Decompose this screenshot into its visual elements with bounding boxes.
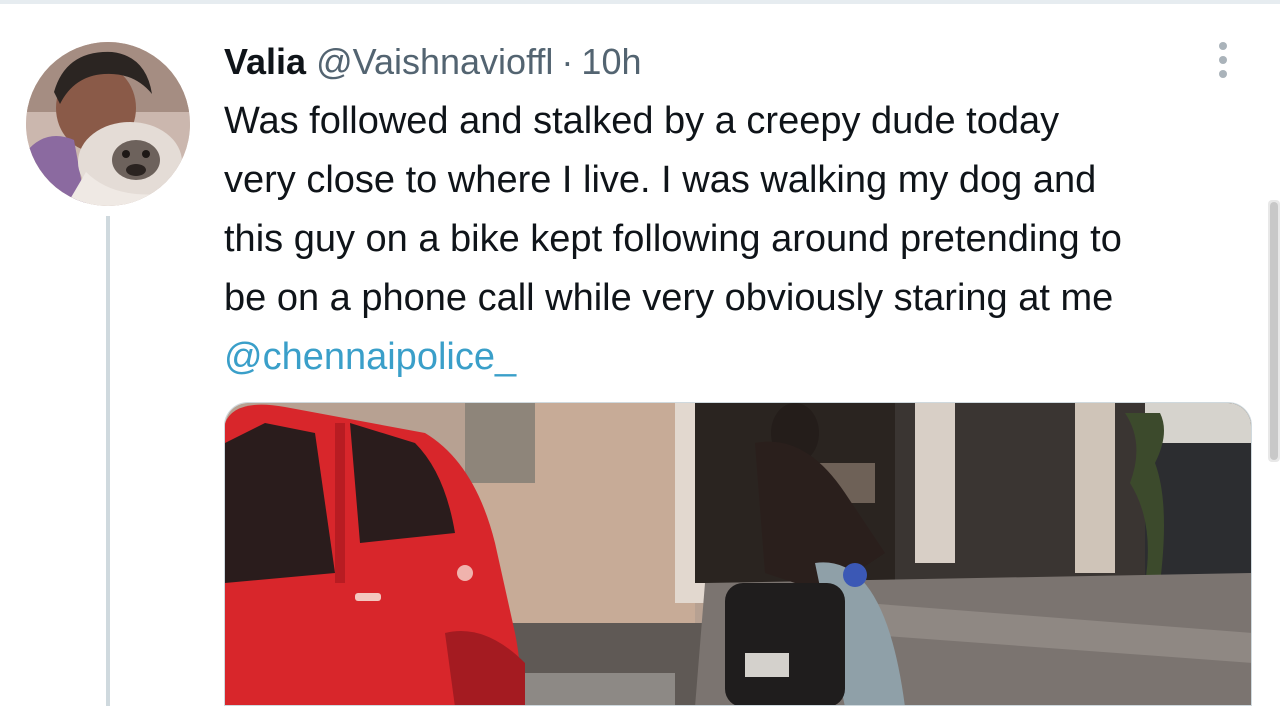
tweet[interactable]: Valia @Vaishnavioffl · 10h Was followed …: [0, 0, 1280, 706]
display-name[interactable]: Valia: [224, 40, 306, 84]
thread-line: [106, 216, 110, 706]
user-handle[interactable]: @Vaishnavioffl: [316, 40, 553, 84]
timestamp[interactable]: 10h: [581, 40, 641, 84]
scrollbar[interactable]: [1268, 200, 1280, 462]
tweet-text-line: Was followed and stalked by a creepy dud…: [224, 100, 1060, 142]
scrollbar-thumb[interactable]: [1270, 202, 1278, 460]
more-dot: [1219, 56, 1227, 64]
tweet-media-photo[interactable]: [224, 402, 1252, 706]
tweet-text-line: be on a phone call while very obviously …: [224, 277, 1114, 319]
separator-dot: ·: [561, 41, 574, 82]
street-photo: [225, 403, 1251, 705]
mention-link[interactable]: @chennaipolice_: [224, 328, 516, 387]
avatar[interactable]: [26, 42, 190, 206]
tweet-text: Was followed and stalked by a creepy dud…: [224, 92, 1264, 328]
more-horizontal-icon[interactable]: [1208, 38, 1238, 82]
tweet-text-line: this guy on a bike kept following around…: [224, 218, 1122, 260]
tweet-header: Valia @Vaishnavioffl · 10h: [224, 40, 642, 84]
more-dot: [1219, 70, 1227, 78]
more-dot: [1219, 42, 1227, 50]
tweet-text-line: very close to where I live. I was walkin…: [224, 159, 1097, 201]
avatar-photo: [26, 42, 190, 206]
